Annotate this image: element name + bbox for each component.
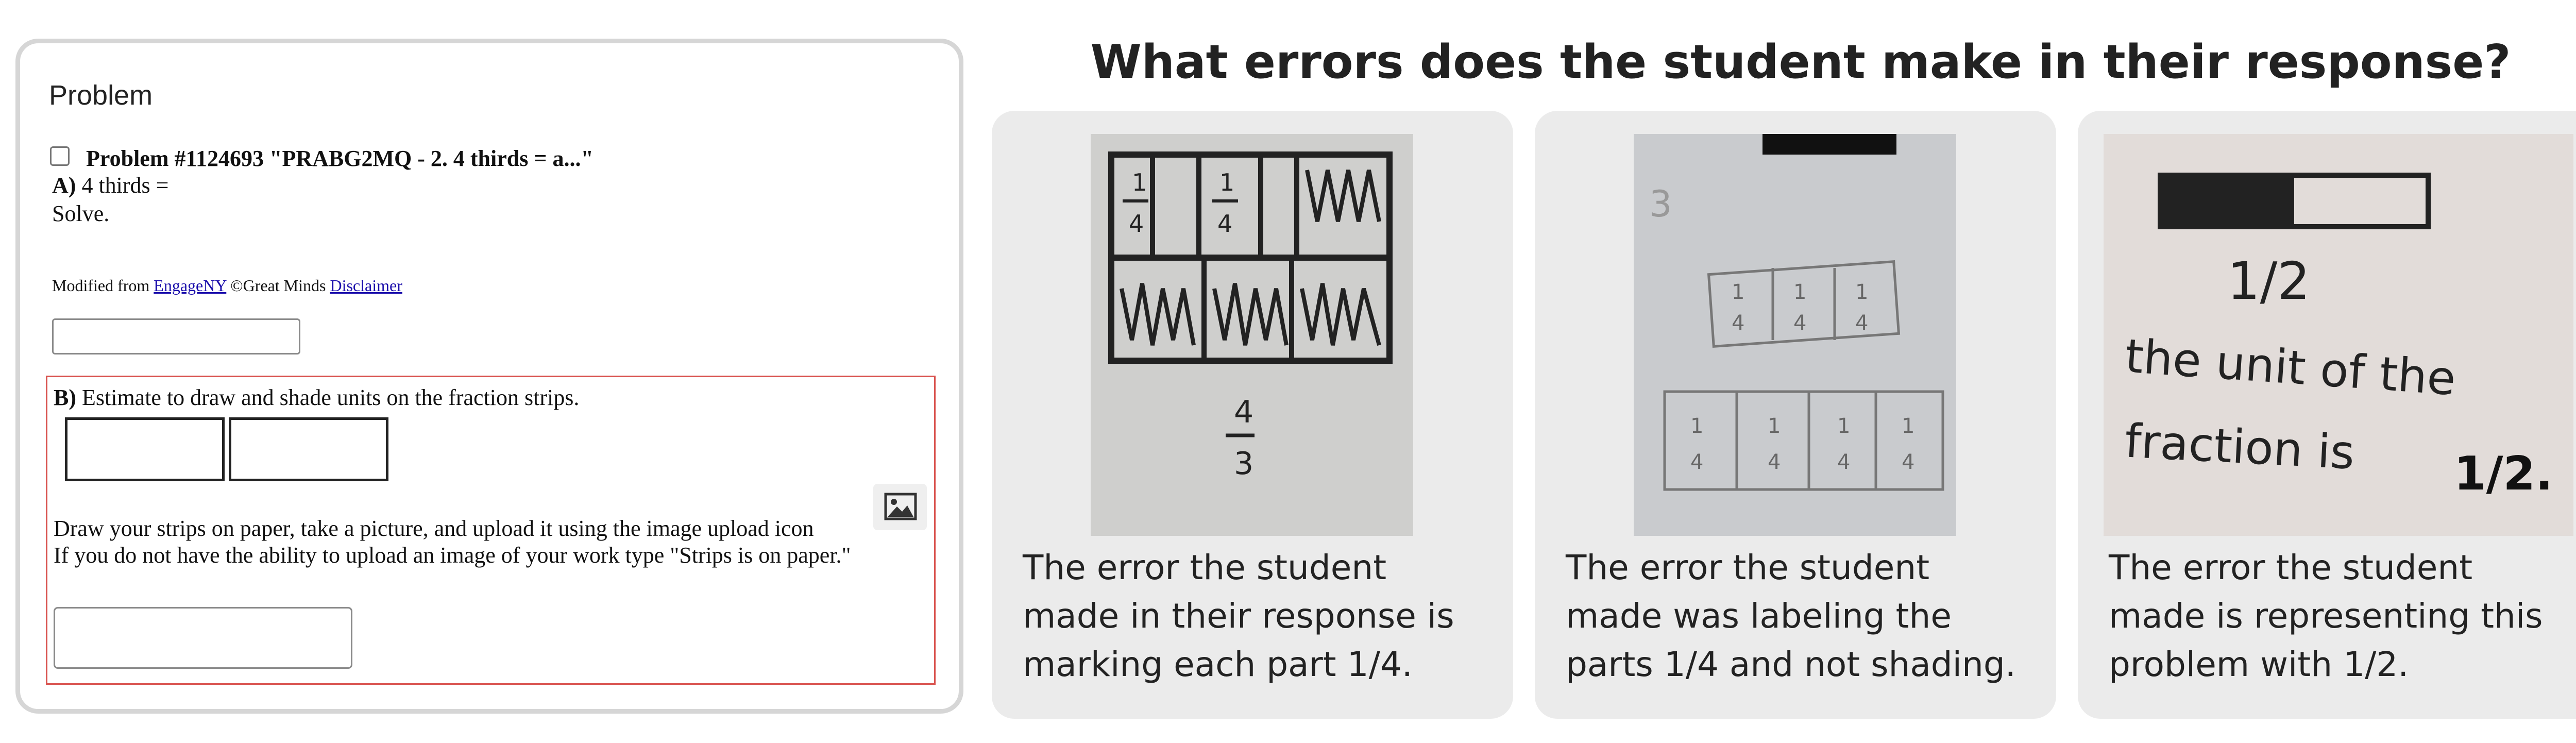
credit-prefix: Modified from — [52, 276, 154, 295]
part-b-section: B) Estimate to draw and shade units on t… — [46, 376, 936, 685]
student-work-photo-2: 3 1 4 1 4 1 4 1 4 1 4 1 4 1 4 — [1634, 134, 1956, 536]
part-b-label: B) — [54, 385, 76, 410]
handwritten-answer: 1/2. — [2454, 447, 2553, 501]
part-a-text: 4 thirds = — [76, 173, 169, 198]
handwritten-numerator: 1 — [1837, 414, 1850, 438]
handwritten-denominator: 4 — [1902, 450, 1914, 474]
credit-middle: ©Great Minds — [226, 276, 330, 295]
student-work-drawing-2: 3 1 4 1 4 1 4 1 4 1 4 1 4 1 4 — [1634, 134, 1956, 536]
part-a-prompt: A) 4 thirds = — [52, 172, 168, 198]
handwritten-numerator: 1 — [1690, 414, 1703, 438]
upload-instruction: Draw your strips on paper, take a pictur… — [54, 516, 814, 541]
problem-heading: Problem #1124693 "PRABG2MQ - 2. 4 thirds… — [86, 146, 594, 171]
credit-line: Modified from EngageNY ©Great Minds Disc… — [52, 276, 402, 295]
problem-panel: Problem Problem #1124693 "PRABG2MQ - 2. … — [15, 39, 963, 714]
handwritten-numerator: 1 — [1902, 414, 1914, 438]
engageny-link[interactable]: EngageNY — [154, 276, 226, 295]
student-work-photo-3: 1/2 the unit of the fraction is 1/2. — [2104, 134, 2573, 536]
panel-title: Problem — [49, 80, 153, 111]
response-caption-3: The error the student made is representi… — [2109, 548, 2543, 684]
handwritten-answer-numerator: 4 — [1234, 394, 1253, 430]
solve-text: Solve. — [52, 201, 110, 226]
handwritten-denominator: 4 — [1129, 210, 1144, 238]
response-card-2: 3 1 4 1 4 1 4 1 4 1 4 1 4 1 4 The error … — [1535, 111, 2056, 719]
image-upload-icon[interactable] — [873, 484, 927, 530]
handwritten-answer-denominator: 3 — [1234, 446, 1253, 482]
problem-checkbox[interactable] — [50, 146, 70, 166]
response-caption-1: The error the student made in their resp… — [1023, 548, 1454, 684]
handwritten-numerator: 1 — [1219, 168, 1234, 196]
handwritten-margin-mark: 3 — [1649, 183, 1672, 225]
student-work-drawing-1: 1 4 1 4 4 3 — [1091, 134, 1413, 536]
student-work-photo-1: 1 4 1 4 4 3 — [1091, 134, 1413, 536]
handwritten-denominator: 4 — [1768, 450, 1781, 474]
response-card-3: 1/2 the unit of the fraction is 1/2. The… — [2078, 111, 2576, 719]
handwritten-numerator: 1 — [1732, 280, 1744, 304]
response-caption-2: The error the student made was labeling … — [1566, 548, 2016, 684]
handwritten-denominator: 4 — [1732, 311, 1744, 335]
handwritten-denominator: 4 — [1793, 311, 1806, 335]
part-a-answer-input[interactable] — [52, 318, 300, 354]
handwritten-numerator: 1 — [1768, 414, 1781, 438]
handwritten-numerator: 1 — [1855, 280, 1868, 304]
handwritten-denominator: 4 — [1855, 311, 1868, 335]
fraction-strip — [229, 417, 388, 481]
student-work-drawing-3: 1/2 the unit of the fraction is 1/2. — [2104, 134, 2573, 536]
image-upload-glyph — [884, 493, 917, 520]
handwritten-numerator: 1 — [1793, 280, 1806, 304]
handwritten-denominator: 4 — [1837, 450, 1850, 474]
redaction-bar — [1762, 134, 1896, 155]
part-b-text: Estimate to draw and shade units on the … — [76, 385, 580, 410]
handwritten-numerator: 1 — [1132, 168, 1147, 196]
question-heading: What errors does the student make in the… — [1090, 35, 2511, 89]
part-b-answer-textarea[interactable] — [54, 607, 352, 669]
handwritten-denominator: 4 — [1217, 210, 1232, 238]
response-card-1: 1 4 1 4 4 3 The error the student made i… — [992, 111, 1513, 719]
handwritten-denominator: 4 — [1690, 450, 1703, 474]
handwritten-fraction: 1/2 — [2227, 251, 2310, 311]
part-a-label: A) — [52, 173, 76, 198]
disclaimer-link[interactable]: Disclaimer — [330, 276, 402, 295]
fraction-strip — [65, 417, 225, 481]
upload-alternative-instruction: If you do not have the ability to upload… — [54, 543, 851, 568]
part-b-prompt: B) Estimate to draw and shade units on t… — [54, 384, 579, 411]
